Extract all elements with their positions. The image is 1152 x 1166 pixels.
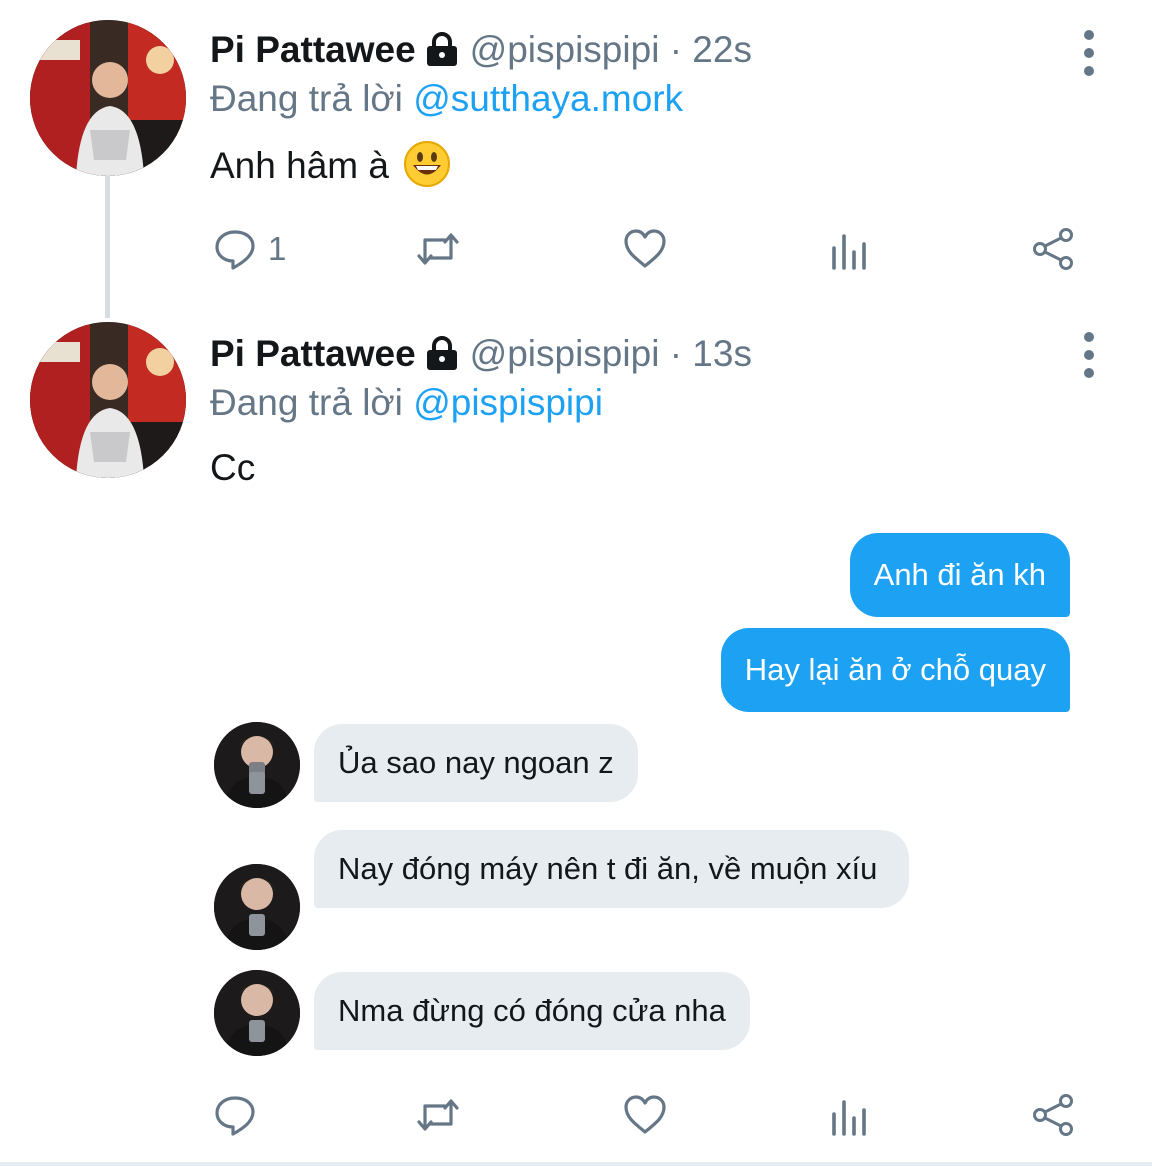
more-icon[interactable] bbox=[1076, 332, 1102, 378]
share-icon bbox=[1033, 228, 1073, 270]
tweet-header: Pi Pattawee @pispispipi · 13s bbox=[210, 330, 752, 382]
incoming-message: Nay đóng máy nên t đi ăn, về muộn xíu bbox=[314, 830, 909, 908]
author-avatar[interactable] bbox=[30, 20, 186, 176]
outgoing-message: Anh đi ăn kh bbox=[849, 533, 1070, 617]
retweet-icon bbox=[417, 1099, 459, 1131]
author-handle[interactable]: @pispispipi bbox=[470, 333, 660, 374]
author-name[interactable]: Pi Pattawee bbox=[210, 333, 416, 374]
tweet-text: Cc bbox=[210, 444, 255, 492]
share-button[interactable] bbox=[1030, 224, 1076, 274]
reply-mention[interactable]: @pispispipi bbox=[413, 382, 603, 423]
chat-avatar bbox=[214, 970, 300, 1056]
analytics-button[interactable] bbox=[828, 1090, 874, 1140]
reply-icon bbox=[215, 230, 255, 270]
tweet-time[interactable]: · 13s bbox=[670, 333, 752, 374]
retweet-button[interactable] bbox=[415, 224, 461, 274]
analytics-icon bbox=[832, 1100, 866, 1136]
retweet-icon bbox=[417, 233, 459, 265]
outgoing-message: Hay lại ăn ở chỗ quay bbox=[720, 628, 1070, 712]
reply-prefix: Đang trả lời bbox=[210, 78, 403, 119]
more-icon[interactable] bbox=[1076, 30, 1102, 76]
tweet-actions: 1 bbox=[210, 224, 1090, 274]
reply-prefix: Đang trả lời bbox=[210, 382, 403, 423]
tweet-actions bbox=[210, 1090, 1090, 1140]
reply-context: Đang trả lời @sutthaya.mork bbox=[210, 75, 683, 123]
reply-count: 1 bbox=[268, 230, 287, 267]
share-icon bbox=[1033, 1094, 1073, 1136]
tweet-text-content: Anh hâm à bbox=[210, 145, 389, 186]
share-button[interactable] bbox=[1030, 1090, 1076, 1140]
tweet-text: Anh hâm à bbox=[210, 140, 451, 190]
analytics-button[interactable] bbox=[828, 224, 874, 274]
author-name[interactable]: Pi Pattawee bbox=[210, 29, 416, 70]
tweet-text-content: Cc bbox=[210, 447, 256, 488]
chat-avatar bbox=[214, 722, 300, 808]
lock-icon bbox=[424, 334, 460, 382]
incoming-message: Ủa sao nay ngoan z bbox=[314, 724, 638, 802]
like-button[interactable] bbox=[622, 1090, 668, 1140]
like-icon bbox=[624, 1095, 666, 1134]
author-handle[interactable]: @pispispipi bbox=[470, 29, 660, 70]
thread-line bbox=[105, 176, 110, 318]
lock-icon bbox=[424, 30, 460, 78]
reply-icon bbox=[215, 1096, 255, 1136]
divider bbox=[0, 1162, 1152, 1166]
tweet-header: Pi Pattawee @pispispipi · 22s bbox=[210, 26, 752, 78]
like-button[interactable] bbox=[622, 224, 668, 274]
incoming-message: Nma đừng có đóng cửa nha bbox=[314, 972, 750, 1050]
reply-context: Đang trả lời @pispispipi bbox=[210, 379, 603, 427]
reply-mention[interactable]: @sutthaya.mork bbox=[413, 78, 683, 119]
tweet-time[interactable]: · 22s bbox=[670, 29, 752, 70]
retweet-button[interactable] bbox=[415, 1090, 461, 1140]
reply-button[interactable] bbox=[212, 1090, 258, 1140]
reply-button[interactable]: 1 bbox=[212, 224, 286, 274]
author-avatar[interactable] bbox=[30, 322, 186, 478]
analytics-icon bbox=[832, 234, 866, 270]
grinning-face-icon bbox=[403, 140, 451, 188]
chat-avatar bbox=[214, 864, 300, 950]
like-icon bbox=[624, 229, 666, 268]
